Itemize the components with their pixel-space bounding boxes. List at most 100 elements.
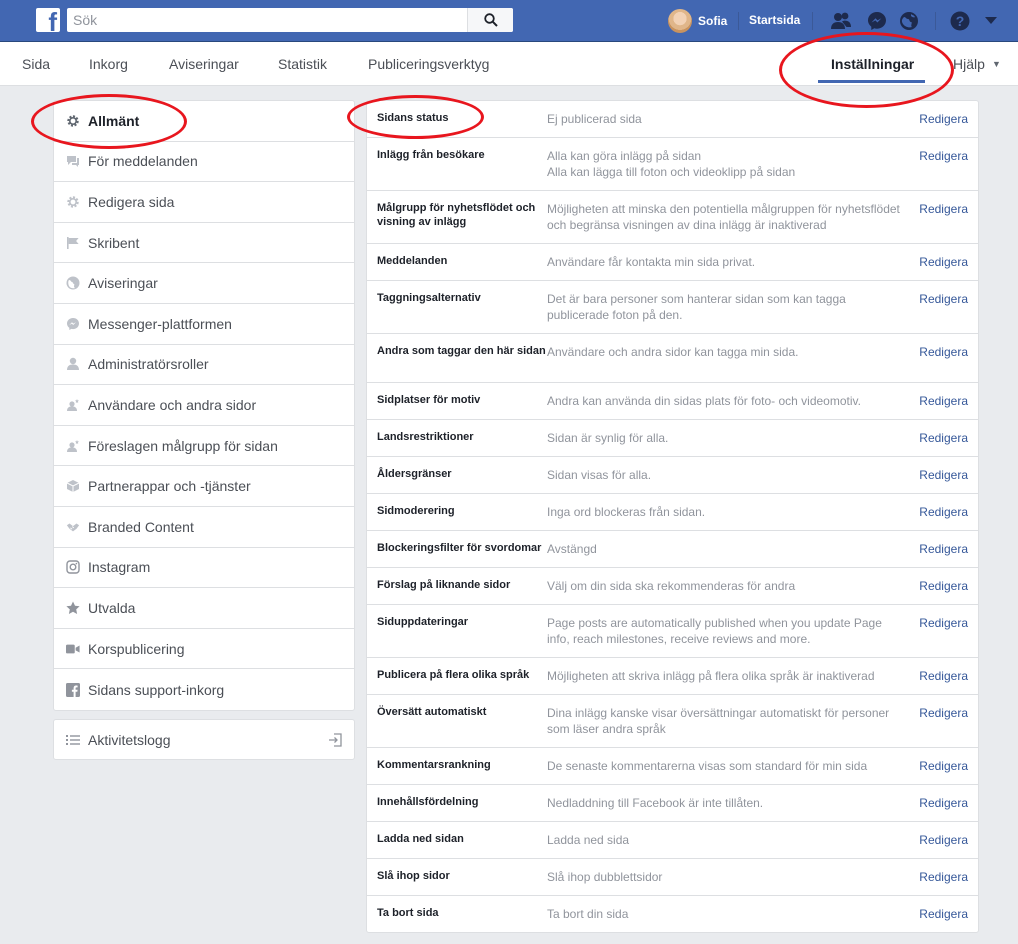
activity-log-link[interactable]: Aktivitetslogg (53, 719, 355, 760)
edit-link[interactable]: Redigera (919, 578, 968, 594)
nav-divider (935, 12, 936, 30)
edit-link[interactable]: Redigera (919, 906, 968, 922)
setting-label: Förslag på liknande sidor (377, 579, 511, 591)
edit-link[interactable]: Redigera (919, 254, 968, 270)
flag-icon (66, 236, 80, 250)
sidebar-item-preferred-audience[interactable]: Föreslagen målgrupp för sidan (54, 426, 354, 467)
setting-value: Ladda ned sida (547, 833, 630, 847)
edit-link[interactable]: Redigera (919, 393, 968, 409)
edit-link[interactable]: Redigera (919, 111, 968, 127)
edit-link[interactable]: Redigera (919, 869, 968, 885)
settings-row-country-restrictions: Landsrestriktioner Sidan är synlig för a… (367, 420, 978, 457)
sidebar-item-label: För meddelanden (88, 153, 198, 170)
settings-row-comment-ranking: Kommentarsrankning De senaste kommentare… (367, 748, 978, 785)
sidebar-item-edit-page[interactable]: Redigera sida (54, 182, 354, 223)
edit-link[interactable]: Redigera (919, 795, 968, 811)
sidebar-item-people-and-pages[interactable]: Användare och andra sidor (54, 385, 354, 426)
sidebar-item-crossposting[interactable]: Korspublicering (54, 629, 354, 670)
tab-page[interactable]: Sida (22, 56, 50, 72)
setting-value: Slå ihop dubblettsidor (547, 870, 663, 884)
sidebar-item-partner-apps[interactable]: Partnerappar och -tjänster (54, 466, 354, 507)
handshake-icon (66, 520, 80, 534)
notifications-button[interactable] (898, 10, 920, 32)
setting-label: Sidplatser för motiv (377, 394, 481, 406)
globe-icon (900, 12, 918, 30)
edit-link[interactable]: Redigera (919, 201, 968, 217)
person-icon (66, 357, 80, 371)
setting-value: Möjligheten att minska den potentiella m… (547, 202, 900, 232)
friend-requests-button[interactable] (830, 10, 852, 32)
edit-link[interactable]: Redigera (919, 758, 968, 774)
person-star-icon (66, 439, 80, 453)
edit-link[interactable]: Redigera (919, 467, 968, 483)
sidebar-item-branded-content[interactable]: Branded Content (54, 507, 354, 548)
messenger-icon (66, 317, 80, 331)
setting-label: Ladda ned sidan (377, 833, 464, 845)
search-input[interactable] (67, 8, 467, 32)
settings-row-page-location: Sidplatser för motiv Andra kan använda d… (367, 383, 978, 420)
sidebar-item-label: Skribent (88, 234, 140, 251)
setting-value: Page posts are automatically published w… (547, 616, 882, 646)
settings-row-multiple-languages: Publicera på flera olika språk Möjlighet… (367, 658, 978, 695)
tab-publishing-tools[interactable]: Publiceringsverktyg (368, 56, 489, 72)
settings-row-download-page: Ladda ned sidan Ladda ned sida Redigera (367, 822, 978, 859)
settings-row-page-updates: Siduppdateringar Page posts are automati… (367, 605, 978, 658)
tab-notifications[interactable]: Aviseringar (169, 56, 239, 72)
avatar (668, 9, 692, 33)
active-tab-indicator (818, 80, 925, 83)
nav-divider (738, 12, 739, 30)
edit-link[interactable]: Redigera (919, 344, 968, 360)
home-link[interactable]: Startsida (749, 13, 800, 27)
settings-row-auto-translate: Översätt automatiskt Dina inlägg kanske … (367, 695, 978, 748)
nav-divider (812, 12, 813, 30)
sidebar-item-author[interactable]: Skribent (54, 223, 354, 264)
help-icon: ? (950, 11, 970, 31)
sidebar-item-label: Branded Content (88, 518, 194, 535)
page-tabs: Sida Inkorg Aviseringar Statistik Public… (0, 42, 1018, 86)
tab-help[interactable]: Hjälp (953, 56, 985, 72)
setting-label: Målgrupp för nyhetsflödet och visning av… (377, 202, 536, 228)
settings-row-age-restrictions: Åldersgränser Sidan visas för alla. Redi… (367, 457, 978, 494)
setting-value: Användare får kontakta min sida privat. (547, 255, 756, 269)
setting-value: Användare och andra sidor kan tagga min … (547, 345, 799, 359)
search-box (67, 8, 513, 32)
tab-insights[interactable]: Statistik (278, 56, 327, 72)
account-menu-button[interactable] (980, 10, 1002, 32)
sidebar-item-admin-roles[interactable]: Administratörsroller (54, 345, 354, 386)
tab-inbox[interactable]: Inkorg (89, 56, 128, 72)
edit-link[interactable]: Redigera (919, 668, 968, 684)
settings-row-page-status: Sidans status Ej publicerad sida Rediger… (367, 101, 978, 138)
help-caret-icon: ▼ (992, 59, 1001, 69)
facebook-logo-icon[interactable]: f (36, 8, 60, 32)
sidebar-item-label: Messenger-plattformen (88, 315, 232, 332)
edit-link[interactable]: Redigera (919, 615, 968, 631)
setting-value: Sidan är synlig för alla. (547, 431, 669, 445)
sidebar-item-label: Redigera sida (88, 193, 175, 210)
tab-settings[interactable]: Inställningar (831, 56, 914, 72)
sidebar-item-messaging[interactable]: För meddelanden (54, 142, 354, 183)
sidebar-item-notifications[interactable]: Aviseringar (54, 263, 354, 304)
edit-link[interactable]: Redigera (919, 541, 968, 557)
facebook-icon (66, 682, 80, 697)
setting-label: Översätt automatiskt (377, 706, 487, 718)
sidebar-item-general[interactable]: Allmänt (54, 101, 354, 142)
help-button[interactable]: ? (949, 10, 971, 32)
settings-row-visitor-posts: Inlägg från besökare Alla kan göra inläg… (367, 138, 978, 191)
setting-value: Möjligheten att skriva inlägg på flera o… (547, 669, 875, 683)
sidebar-item-messenger-platform[interactable]: Messenger-plattformen (54, 304, 354, 345)
chat-icon (66, 154, 80, 168)
friends-icon (831, 12, 851, 29)
edit-link[interactable]: Redigera (919, 832, 968, 848)
edit-link[interactable]: Redigera (919, 148, 968, 164)
edit-link[interactable]: Redigera (919, 504, 968, 520)
edit-link[interactable]: Redigera (919, 705, 968, 721)
sidebar-item-instagram[interactable]: Instagram (54, 548, 354, 589)
messenger-button[interactable] (866, 10, 888, 32)
profile-link[interactable]: Sofia (668, 9, 727, 33)
list-icon (66, 733, 80, 747)
sidebar-item-featured[interactable]: Utvalda (54, 588, 354, 629)
edit-link[interactable]: Redigera (919, 430, 968, 446)
sidebar-item-support-inbox[interactable]: Sidans support-inkorg (54, 669, 354, 710)
edit-link[interactable]: Redigera (919, 291, 968, 307)
search-button[interactable] (467, 8, 513, 32)
